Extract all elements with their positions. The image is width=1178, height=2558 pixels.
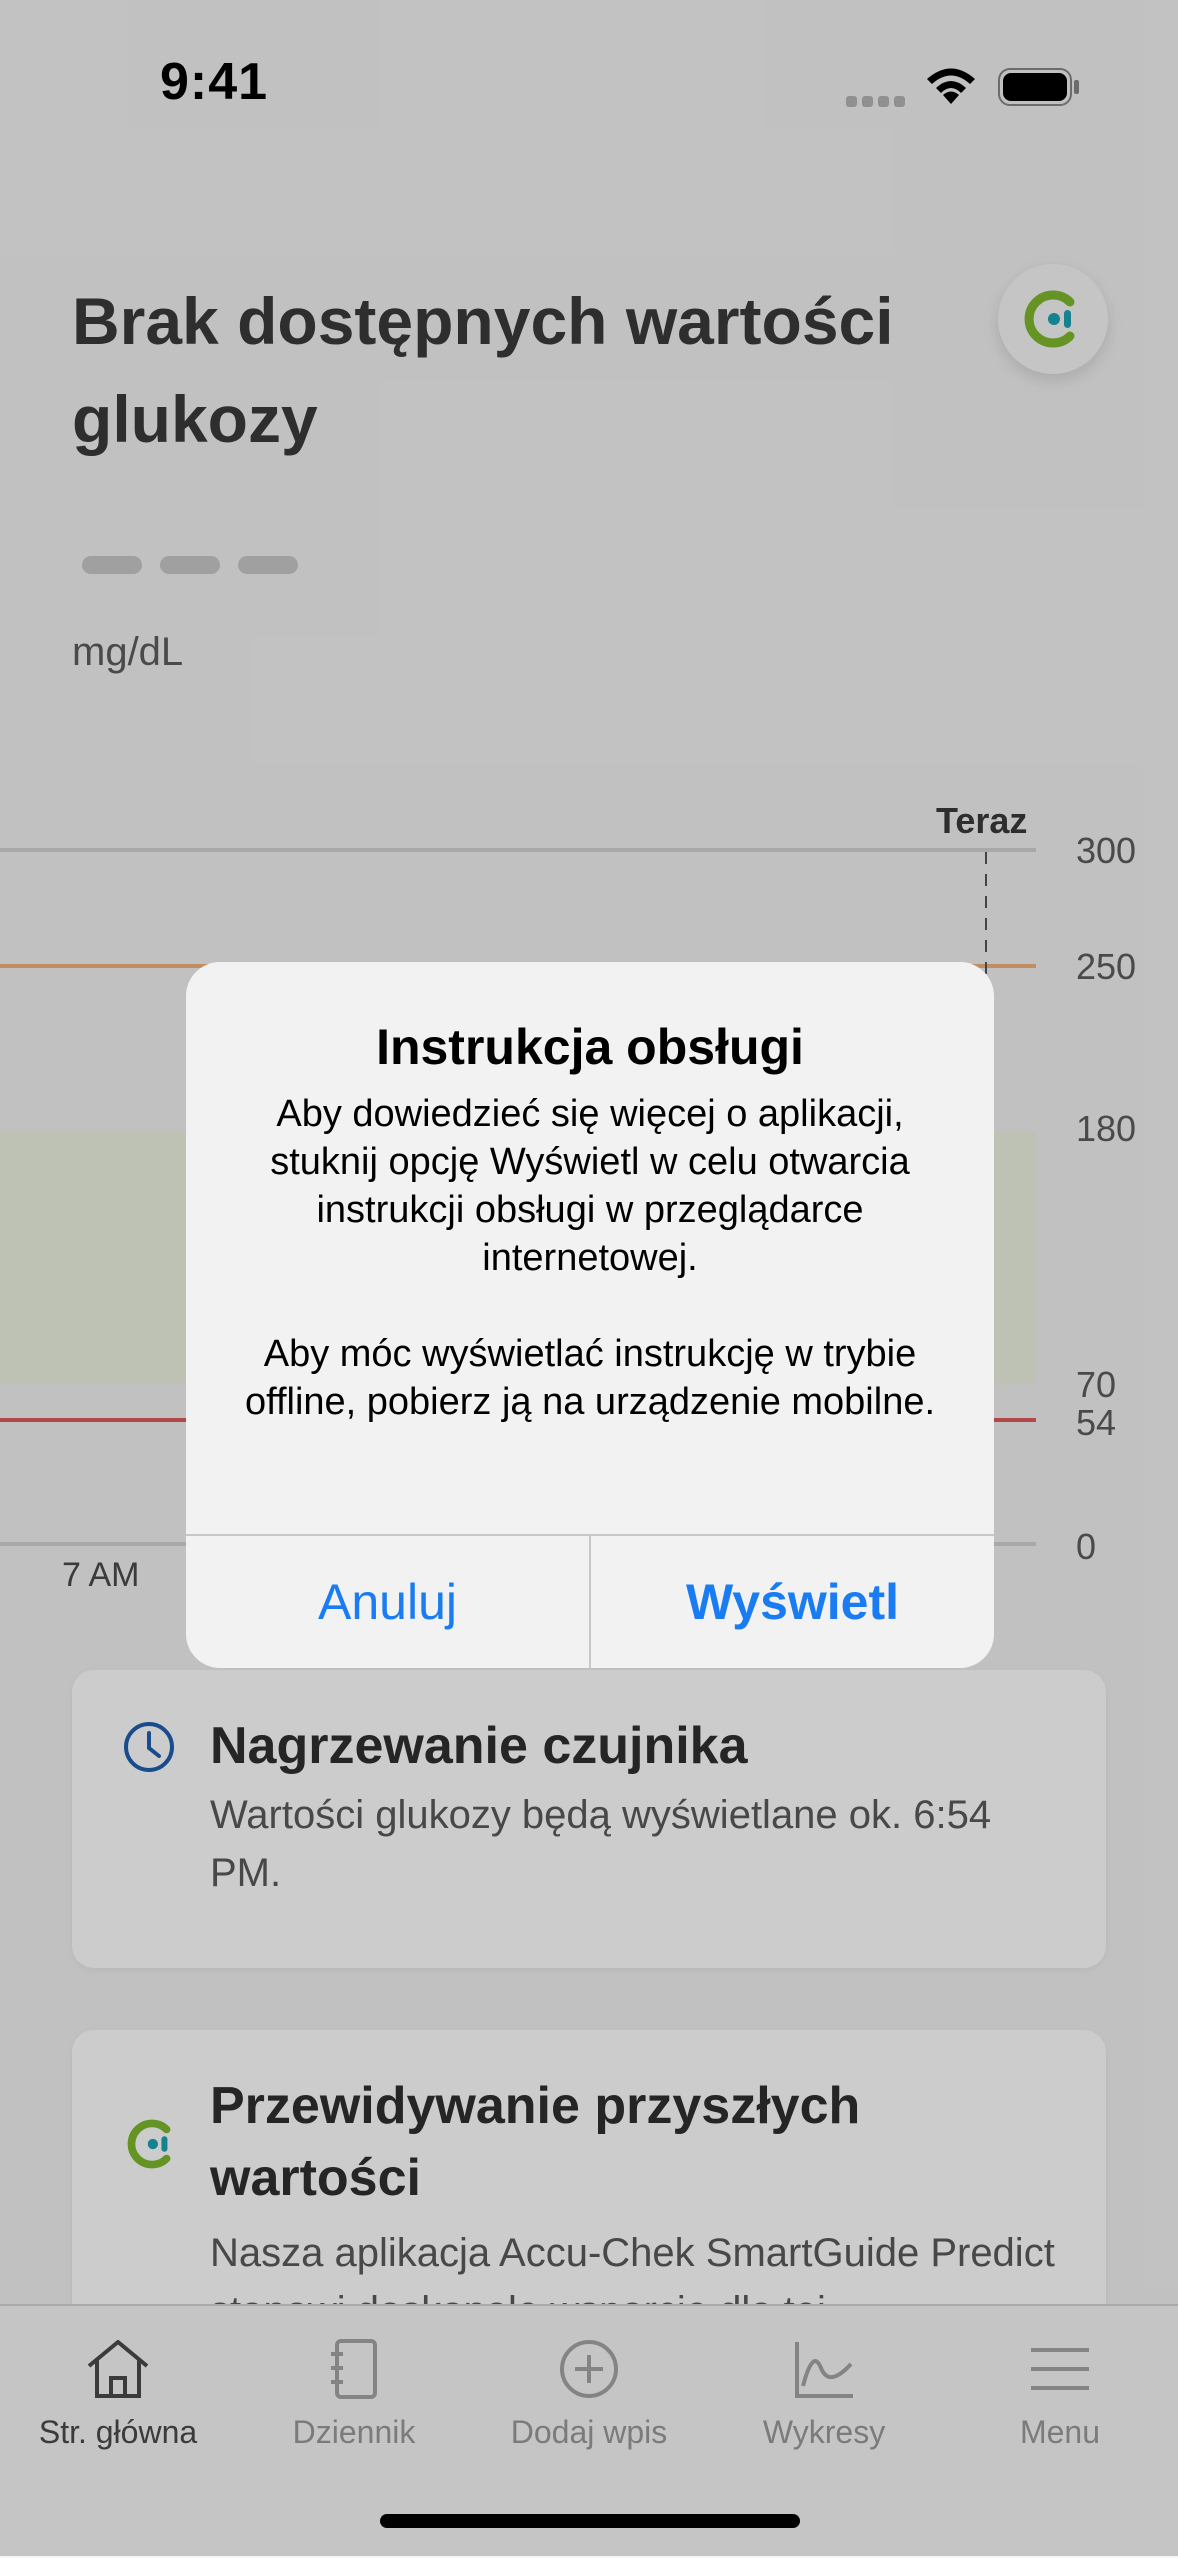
- view-button[interactable]: Wyświetl: [591, 1536, 994, 1668]
- alert-message-paragraph: Aby dowiedzieć się więcej o aplikacji, s…: [270, 1093, 910, 1279]
- cancel-button[interactable]: Anuluj: [186, 1536, 589, 1668]
- alert-message-paragraph: Aby móc wyświetlać instrukcję w trybie o…: [244, 1333, 936, 1423]
- home-indicator[interactable]: [380, 2514, 800, 2528]
- alert-message: Aby dowiedzieć się więcej o aplikacji, s…: [226, 1090, 954, 1426]
- user-manual-alert: Instrukcja obsługi Aby dowiedzieć się wi…: [186, 962, 994, 1668]
- alert-title: Instrukcja obsługi: [376, 1019, 804, 1075]
- home-screen: 9:41 Brak dostępnych wartości glukozy mg…: [0, 0, 1178, 2558]
